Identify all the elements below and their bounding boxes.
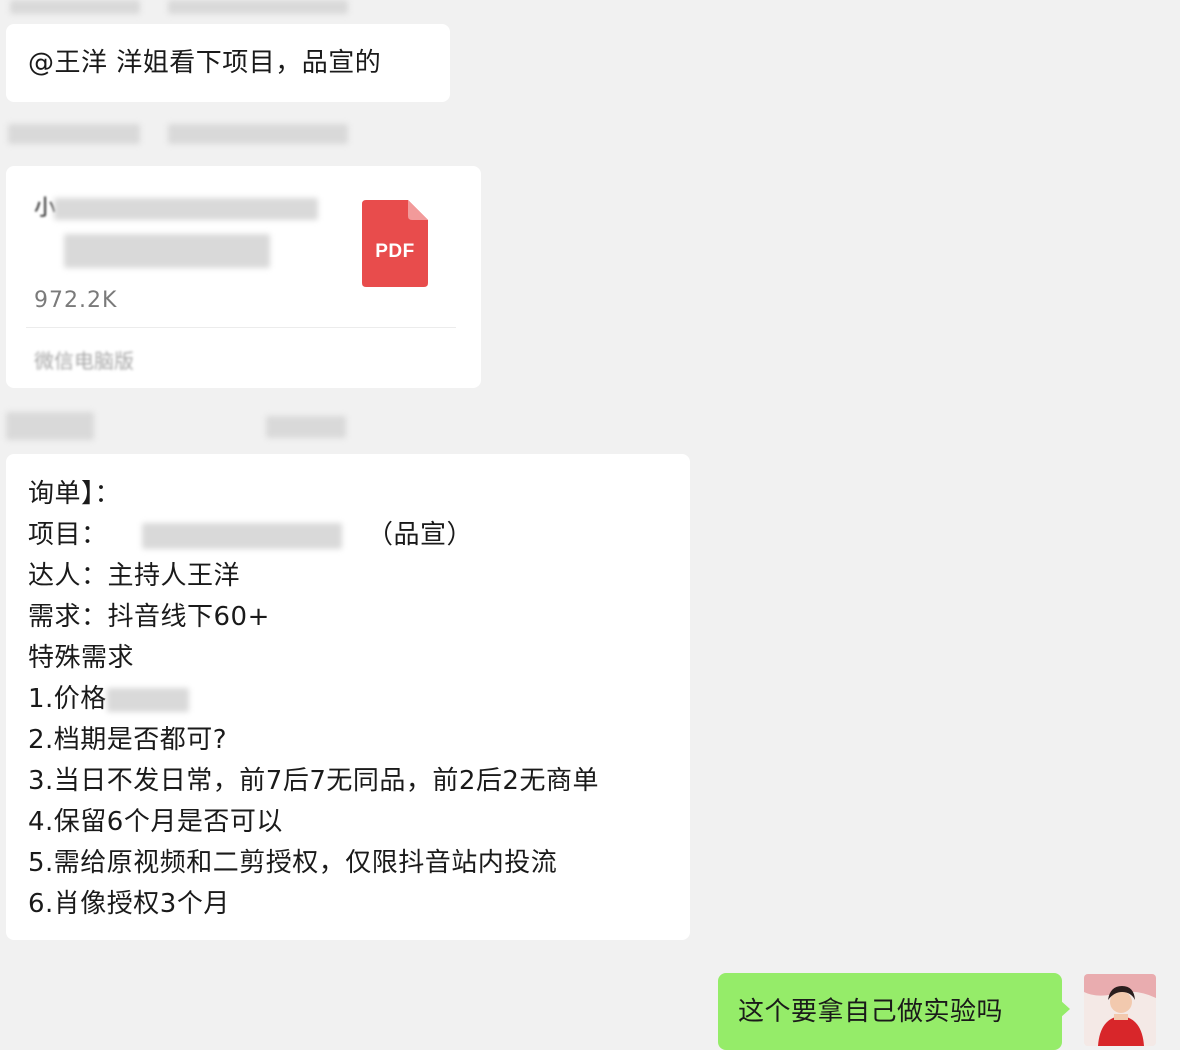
inquiry-special-heading: 特殊需求 xyxy=(28,643,135,673)
outgoing-message-text: 这个要拿自己做实验吗 xyxy=(738,997,1004,1027)
file-name-redacted xyxy=(54,198,318,220)
inquiry-title: 询单】： xyxy=(28,479,122,509)
message-text: @王洋 洋姐看下项目，品宣的 xyxy=(28,48,382,78)
inquiry-talent: 达人：主持人王洋 xyxy=(28,561,241,591)
sender-name-redacted xyxy=(168,0,348,14)
inquiry-item-6: 6.肖像授权3个月 xyxy=(28,889,230,919)
message-bubble-mention[interactable]: @王洋 洋姐看下项目，品宣的 xyxy=(6,24,450,102)
price-redacted xyxy=(106,687,189,712)
inquiry-demand: 需求：抖音线下60+ xyxy=(28,602,270,632)
project-suffix: （品宣） xyxy=(367,520,474,550)
file-name: 小 xyxy=(34,196,57,221)
file-card-divider xyxy=(26,327,456,328)
project-name-redacted xyxy=(142,522,343,549)
item-1-text: 1.价格 xyxy=(28,684,107,714)
message-bubble-inquiry[interactable]: 询单】： 项目： （品宣） 达人：主持人王洋 需求：抖音线下60+ 特殊需求 1… xyxy=(6,454,690,940)
project-label: 项目： xyxy=(28,520,108,550)
message-bubble-outgoing[interactable]: 这个要拿自己做实验吗 xyxy=(718,973,1062,1050)
inquiry-item-1: 1.价格 xyxy=(28,679,690,720)
inquiry-item-2: 2.档期是否都可? xyxy=(28,725,228,755)
file-size: 972.2K xyxy=(34,288,118,313)
sender-name-redacted xyxy=(8,124,140,144)
inquiry-item-3: 3.当日不发日常，前7后7无同品，前2后2无商单 xyxy=(28,766,599,796)
pdf-type-label: PDF xyxy=(375,241,415,262)
pdf-icon: PDF xyxy=(362,200,428,287)
sender-name-redacted xyxy=(168,124,348,144)
inquiry-item-5: 5.需给原视频和二剪授权，仅限抖音站内投流 xyxy=(28,848,558,878)
inquiry-item-4: 4.保留6个月是否可以 xyxy=(28,807,283,837)
bubble-tail xyxy=(1060,1000,1070,1018)
inquiry-project-line: 项目： （品宣） xyxy=(28,515,690,556)
sender-name-redacted xyxy=(6,412,94,440)
sender-name-redacted xyxy=(10,0,140,14)
file-name-redacted xyxy=(64,234,270,268)
user-avatar[interactable] xyxy=(1084,974,1156,1046)
sender-name-redacted xyxy=(266,416,346,438)
file-source-label: 微信电脑版 xyxy=(34,349,134,373)
